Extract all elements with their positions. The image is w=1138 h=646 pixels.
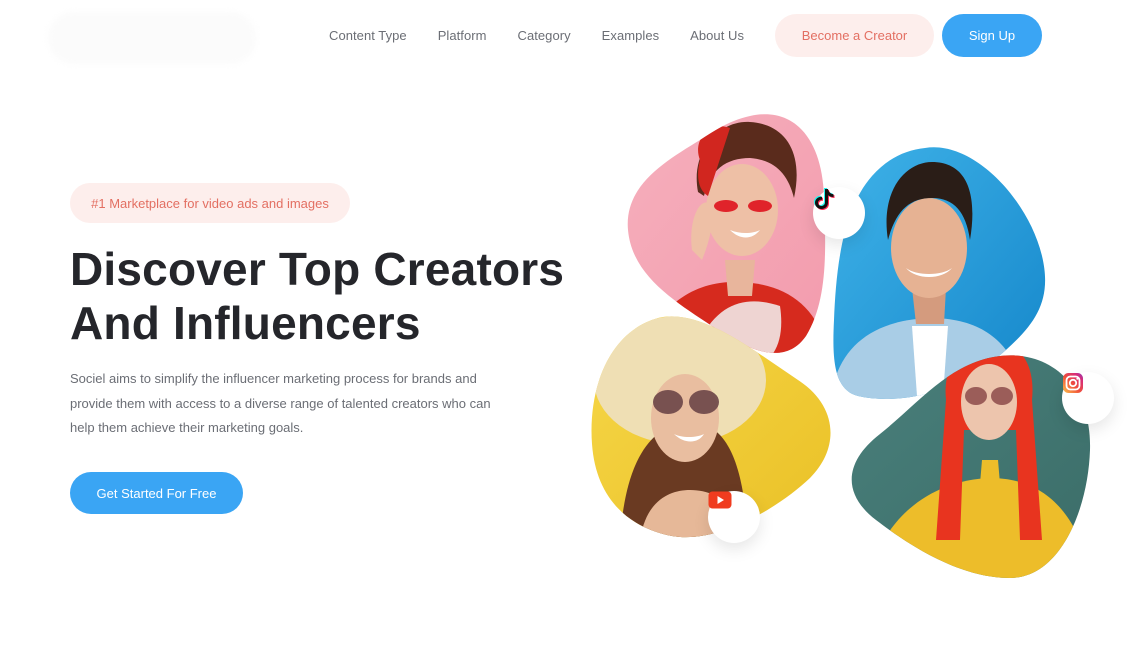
youtube-icon — [708, 491, 732, 509]
tiktok-badge[interactable] — [813, 187, 865, 239]
youtube-badge[interactable] — [708, 491, 760, 543]
sign-up-button[interactable]: Sign Up — [942, 14, 1042, 57]
marketplace-badge: #1 Marketplace for video ads and images — [70, 183, 350, 223]
creator-blue-face — [891, 198, 967, 298]
instagram-icon — [1063, 373, 1083, 393]
nav-links: Content Type Platform Category Examples … — [329, 28, 775, 43]
instagram-badge[interactable] — [1062, 372, 1114, 424]
tiktok-icon — [814, 188, 835, 210]
hero-title-line-2: And Influencers — [70, 297, 421, 349]
collage-graphic — [591, 114, 1091, 578]
get-started-button[interactable]: Get Started For Free — [70, 472, 243, 514]
hero-title-line-1: Discover Top Creators — [70, 243, 565, 295]
logo[interactable] — [48, 12, 256, 64]
creators-collage — [580, 100, 1120, 600]
nav-link-about-us[interactable]: About Us — [690, 28, 744, 43]
nav-link-platform[interactable]: Platform — [438, 28, 487, 43]
hero-description: Sociel aims to simplify the influencer m… — [70, 371, 491, 435]
nav-link-content-type[interactable]: Content Type — [329, 28, 407, 43]
top-navigation: Content Type Platform Category Examples … — [0, 0, 1138, 72]
hero-title: Discover Top Creators And Influencers — [70, 242, 590, 350]
nav-link-category[interactable]: Category — [518, 28, 571, 43]
become-creator-button[interactable]: Become a Creator — [775, 14, 934, 57]
nav-link-examples[interactable]: Examples — [602, 28, 659, 43]
creator-yellow-face — [651, 374, 719, 462]
